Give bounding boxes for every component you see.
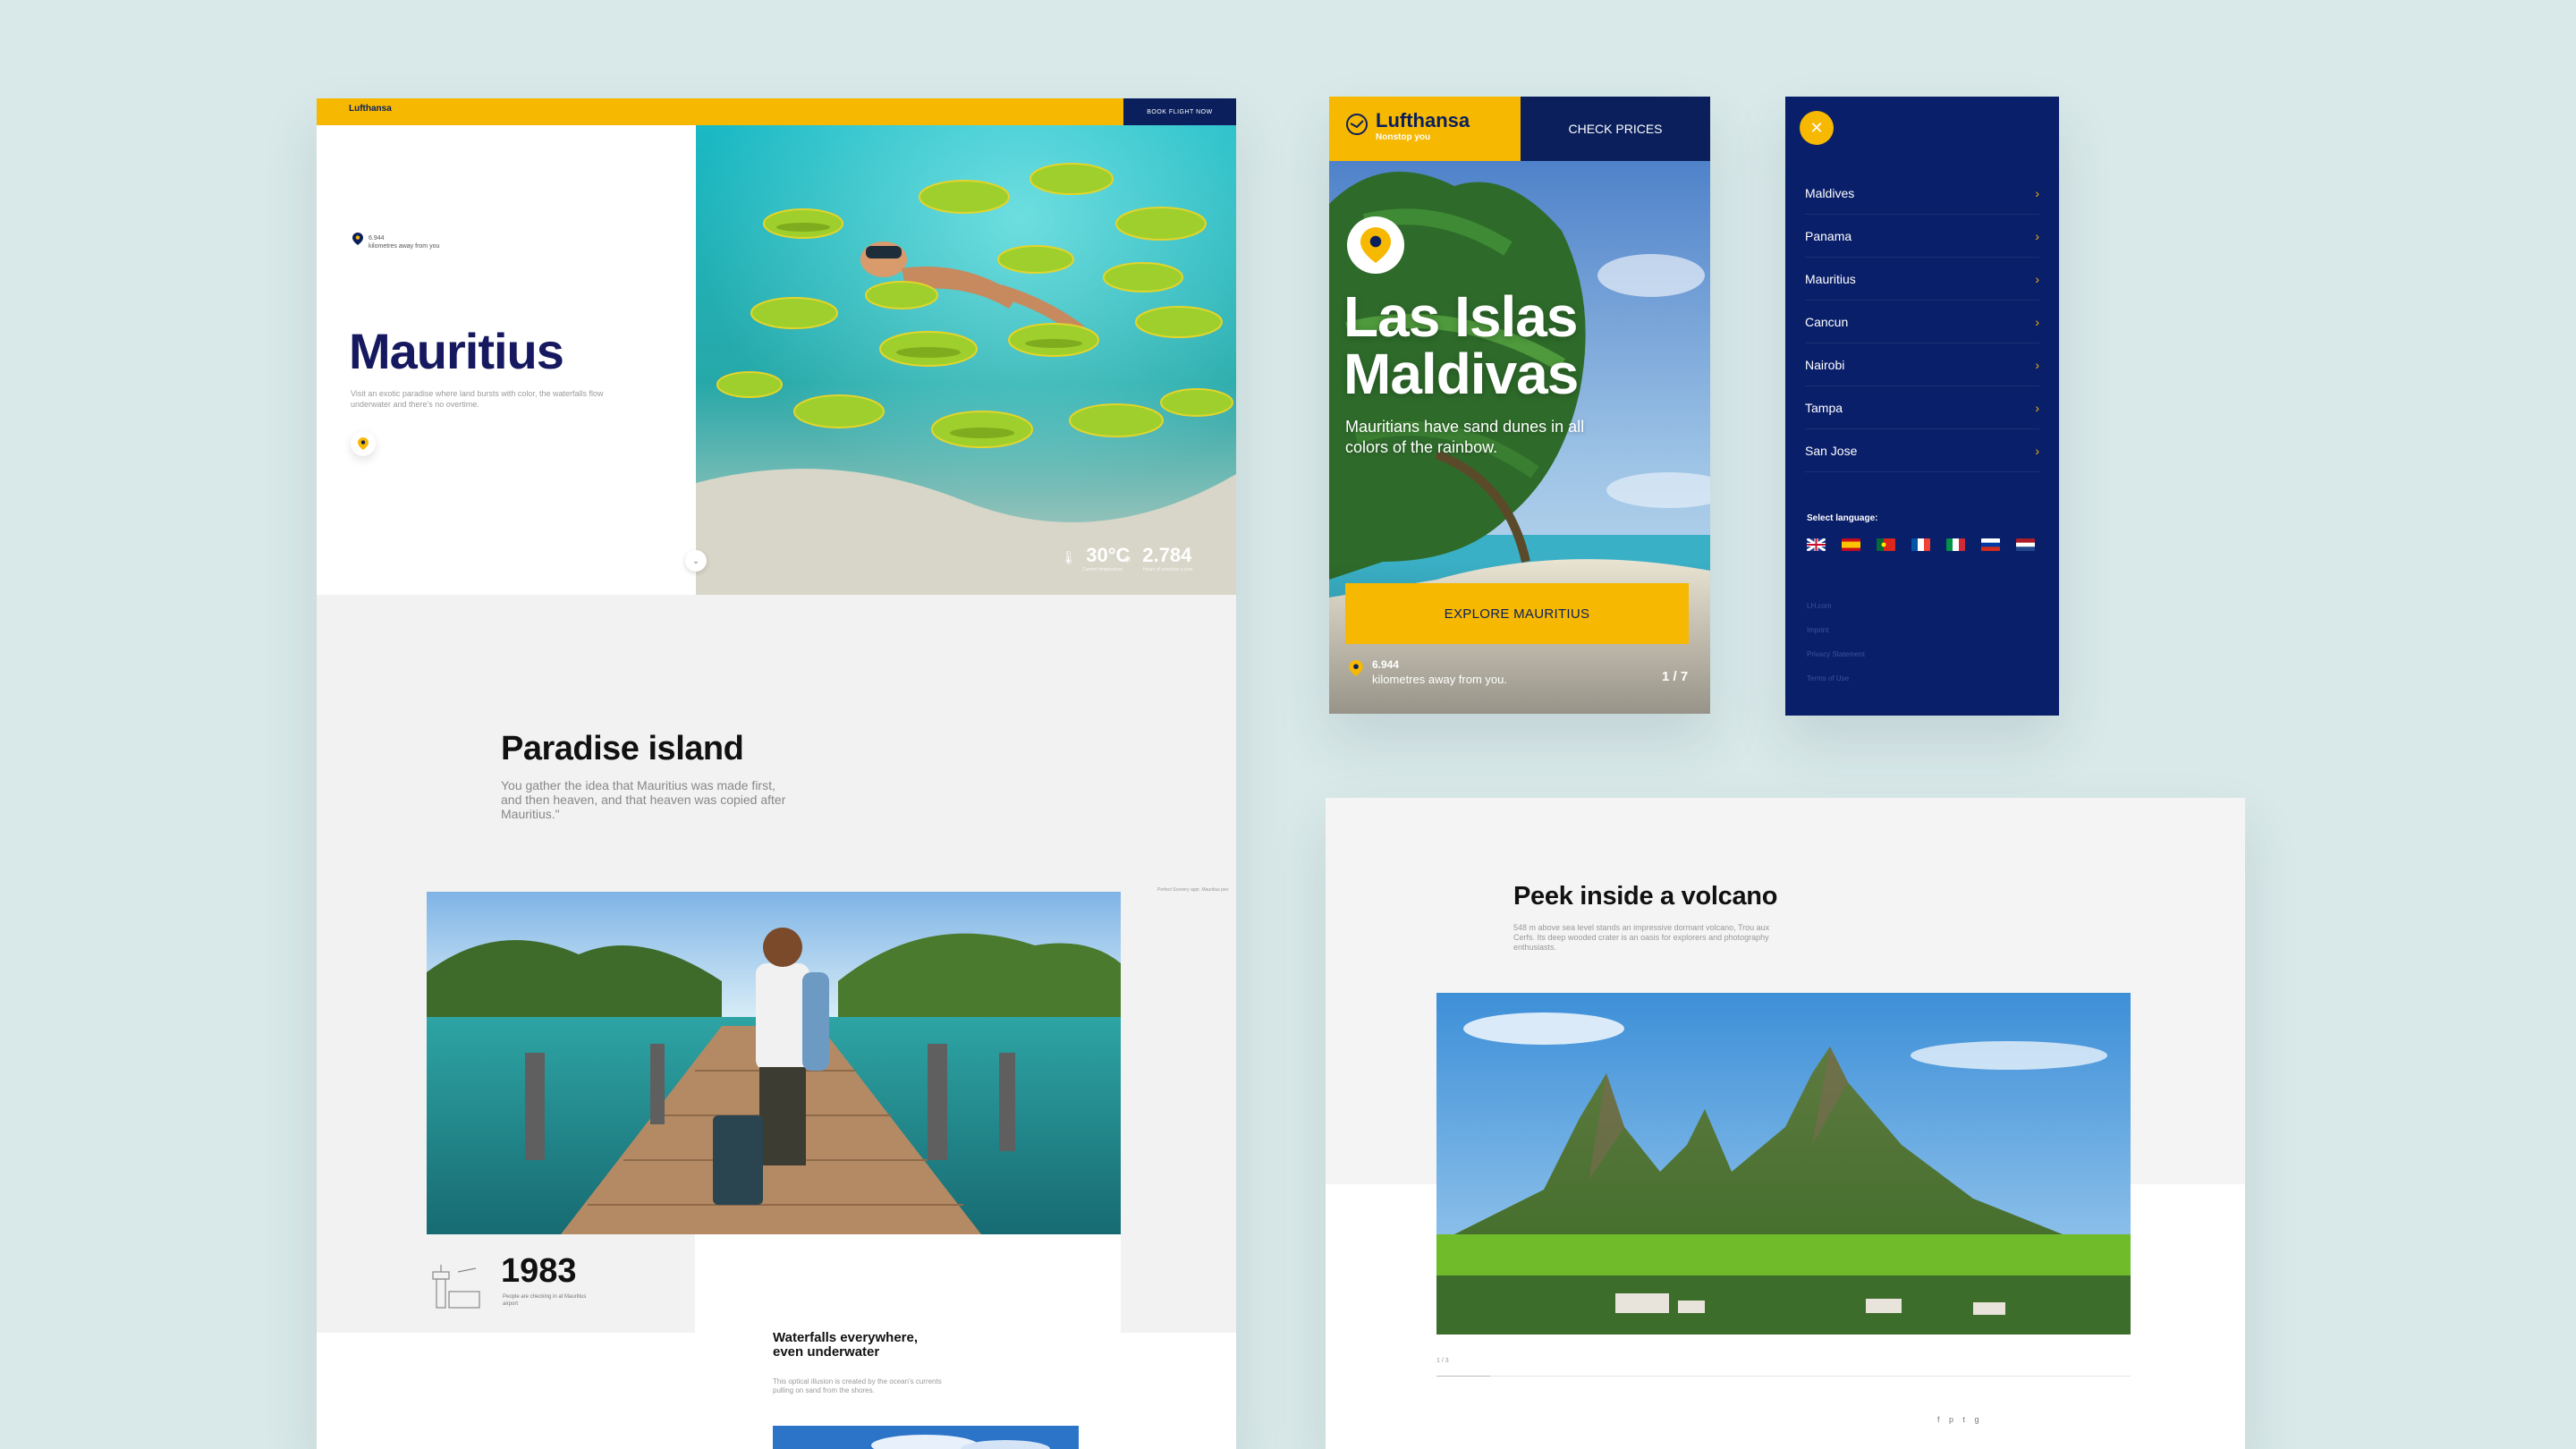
close-icon: ✕ [1809,118,1824,137]
airport-tower-icon [432,1265,480,1309]
chevron-right-icon: › [2035,357,2039,372]
pier-photo [427,892,1121,1234]
menu-item-label: Tampa [1805,400,1843,415]
location-pin-icon [352,233,363,245]
white-block [695,1234,1121,1333]
progress-indicator [1436,1376,1490,1377]
mobile-hero-mockup: Lufthansa Nonstop you CHECK PRICES Las I… [1329,97,1710,714]
netherlands-flag-icon[interactable] [2016,538,2035,551]
menu-item-label: Cancun [1805,314,1849,329]
hero-title: Las Islas Maldivas [1343,284,1579,406]
desktop-page-mockup: Lufthansa BOOK FLIGHT NOW 6.944 kilometr… [317,98,1236,1449]
page-title: Mauritius [349,323,564,379]
section-title: Paradise island [501,730,744,767]
sunshine-value: 2.784 [1142,544,1192,566]
crane-logo-icon [1346,114,1368,135]
location-pin-icon [1349,660,1363,676]
map-pin-button[interactable] [351,431,376,456]
distance-label: kilometres away from you. [1372,673,1507,686]
social-share-icons[interactable]: f p t g [1937,1415,1983,1424]
waterfalls-text: This optical illusion is created by the … [773,1377,942,1394]
progress-track [1436,1376,2131,1377]
map-pin-icon [1360,227,1391,263]
section-title: Peek inside a volcano [1513,882,1778,911]
hero-title-line2: Maldivas [1343,342,1579,406]
france-flag-icon[interactable] [1911,538,1930,551]
footer-link[interactable]: Privacy Statement [1807,642,1865,666]
chevron-right-icon: › [2035,185,2039,200]
language-label: Select language: [1807,513,1878,523]
distance-label: kilometres away from you [369,243,440,250]
temperature-stat: 🌡 30°C Current temperature [1061,544,1130,572]
map-pin-icon [358,437,369,450]
hero-title-line1: Las Islas [1343,284,1578,349]
check-prices-button[interactable]: CHECK PRICES [1521,97,1710,161]
portugal-flag-icon[interactable] [1877,538,1895,551]
waterfall-photo [773,1426,1079,1449]
chevron-right-icon: › [2035,271,2039,286]
menu-item-san-jose[interactable]: San Jose › [1805,429,2039,472]
footer-link[interactable]: Terms of Use [1807,666,1865,691]
spain-flag-icon[interactable] [1842,538,1860,551]
explore-button[interactable]: EXPLORE MAURITIUS [1345,583,1689,644]
distance-info: 6.944 kilometres away from you [369,234,439,250]
language-flags [1807,538,2035,551]
location-badge[interactable] [1347,216,1404,274]
mobile-menu-mockup: ✕ Maldives › Panama › Mauritius › Cancun › N… [1785,97,2059,716]
menu-item-label: Maldives [1805,185,1855,200]
brand-logo[interactable]: Lufthansa [349,104,392,114]
russia-flag-icon[interactable] [1981,538,2000,551]
footer-link[interactable]: LH.com [1807,594,1865,618]
menu-item-cancun[interactable]: Cancun › [1805,301,2039,343]
hero-subtitle: Mauritians have sand dunes in all colors… [1345,418,1585,456]
image-pager: 1 / 3 [1436,1358,1449,1364]
menu-item-label: Mauritius [1805,271,1856,286]
chevron-right-icon: › [2035,314,2039,329]
year-value: 1983 [501,1252,577,1290]
sunshine-label: Hours of sunshine a year [1143,567,1193,572]
section-text: 548 m above sea level stands an impressi… [1513,923,1770,952]
section-quote: You gather the idea that Mauritius was m… [501,778,786,821]
top-bar: Lufthansa BOOK FLIGHT NOW [317,98,1236,125]
waterfalls-title: Waterfalls everywhere, even underwater [773,1330,919,1360]
uk-flag-icon[interactable] [1807,538,1826,551]
close-button[interactable]: ✕ [1800,111,1834,145]
menu-item-panama[interactable]: Panama › [1805,215,2039,258]
thermometer-icon: 🌡 [1061,550,1077,564]
menu-item-tampa[interactable]: Tampa › [1805,386,2039,429]
footer-links: LH.com Imprint Privacy Statement Terms o… [1807,594,1865,691]
volcano-page-mockup: Peek inside a volcano 548 m above sea le… [1326,798,2245,1449]
scroll-down-button[interactable]: ⌄ [685,550,707,572]
chevron-right-icon: › [2035,400,2039,415]
year-label: People are checking in at Mauritius airp… [503,1294,587,1307]
destination-menu: Maldives › Panama › Mauritius › Cancun › Nai… [1785,172,2059,472]
image-caption: Perfect Scenery appr. Mauritius pier [1157,887,1229,893]
italy-flag-icon[interactable] [1946,538,1965,551]
chevron-right-icon: › [2035,443,2039,458]
sunshine-stat: ☼ 2.784 Hours of sunshine a year [1122,544,1193,572]
menu-item-label: San Jose [1805,443,1858,458]
menu-item-label: Nairobi [1805,357,1845,372]
hero-underwater-photo [696,125,1236,595]
brand-tagline: Nonstop you [1376,132,1431,142]
chevron-down-icon: ⌄ [692,555,699,565]
menu-item-mauritius[interactable]: Mauritius › [1805,258,2039,301]
volcano-photo [1436,993,2131,1335]
menu-item-label: Panama [1805,228,1852,243]
brand-name: Lufthansa [1376,109,1470,131]
footer-link[interactable]: Imprint [1807,618,1865,642]
menu-item-nairobi[interactable]: Nairobi › [1805,343,2039,386]
distance-value: 6.944 [1372,658,1400,671]
chevron-right-icon: › [2035,228,2039,243]
intro-text: Visit an exotic paradise where land burs… [351,389,604,409]
distance-value: 6.944 [369,235,385,242]
menu-item-maldives[interactable]: Maldives › [1805,172,2039,215]
slide-pager: 1 / 7 [1662,669,1689,684]
book-flight-button[interactable]: BOOK FLIGHT NOW [1123,98,1236,125]
sun-icon: ☼ [1122,550,1133,564]
